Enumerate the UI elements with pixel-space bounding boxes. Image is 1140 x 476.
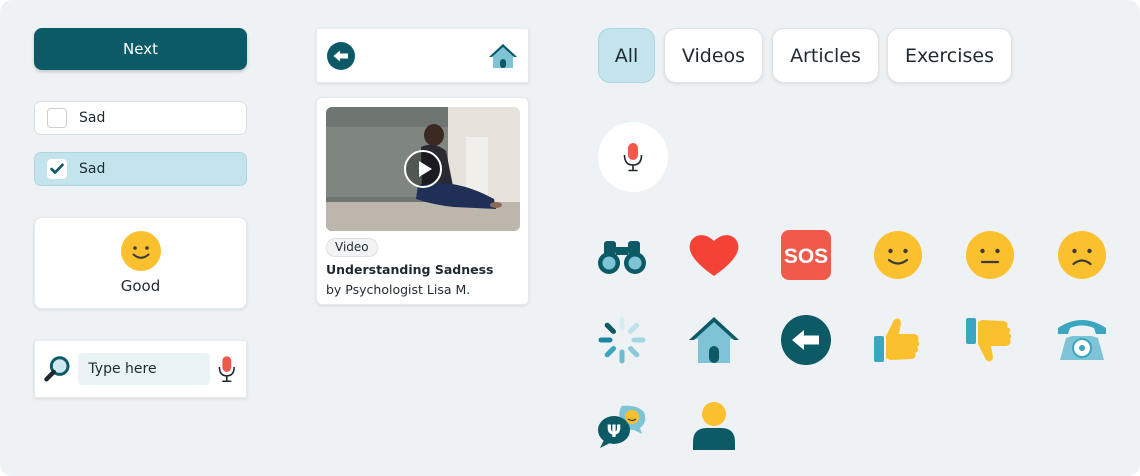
microphone-icon[interactable]: [216, 354, 238, 384]
mood-label: Good: [120, 277, 161, 295]
thumbs-down-icon: [964, 314, 1016, 366]
play-button-icon[interactable]: [403, 149, 443, 189]
home-icon[interactable]: [488, 42, 518, 70]
option-sad-unchecked[interactable]: Sad: [34, 101, 247, 135]
video-card[interactable]: Video Understanding Sadness by Psycholog…: [316, 97, 529, 305]
back-arrow-icon: [780, 314, 832, 366]
loading-spinner-icon: [596, 314, 648, 366]
video-author: by Psychologist Lisa M.: [326, 282, 471, 297]
thumbs-up-icon: [872, 314, 924, 366]
heart-icon: [688, 229, 740, 281]
psychology-chat-icon: Ψ: [596, 400, 648, 452]
checkbox-unchecked[interactable]: [47, 108, 67, 128]
smiley-neutral-icon: [964, 229, 1016, 281]
video-thumbnail[interactable]: [326, 107, 520, 231]
voice-input-button[interactable]: [598, 122, 668, 192]
sos-text: SOS: [784, 245, 828, 268]
smiley-sad-icon: [1056, 229, 1108, 281]
search-input[interactable]: [78, 353, 211, 385]
sos-icon: SOS: [780, 229, 832, 281]
home-icon: [688, 314, 740, 366]
top-navigation-bar: [316, 28, 529, 83]
tab-all[interactable]: All: [598, 28, 655, 83]
video-title: Understanding Sadness: [326, 262, 494, 277]
option-sad-checked[interactable]: Sad: [34, 152, 247, 186]
checkmark-icon: [50, 163, 64, 174]
option-label: Sad: [79, 110, 106, 126]
checkbox-checked[interactable]: [47, 159, 67, 179]
telephone-icon: [1056, 314, 1108, 366]
mood-card-good[interactable]: Good: [34, 217, 247, 309]
back-arrow-icon[interactable]: [327, 41, 355, 70]
next-button[interactable]: Next: [34, 28, 247, 70]
option-label: Sad: [79, 161, 106, 177]
user-icon: [688, 400, 740, 452]
smiley-happy-icon: [872, 229, 924, 281]
tab-videos[interactable]: Videos: [664, 28, 763, 83]
binoculars-icon: [596, 229, 648, 281]
tab-exercises[interactable]: Exercises: [887, 28, 1012, 83]
smiley-happy-icon: [120, 231, 161, 271]
microphone-icon: [623, 143, 643, 172]
magnifier-icon[interactable]: [43, 354, 72, 384]
content-type-tag: Video: [326, 238, 378, 257]
tab-articles[interactable]: Articles: [772, 28, 879, 83]
svg-text:Ψ: Ψ: [607, 422, 621, 442]
search-bar: [34, 340, 247, 398]
component-sheet: Next Sad Sad Good Type here Video Unders…: [0, 0, 1140, 476]
